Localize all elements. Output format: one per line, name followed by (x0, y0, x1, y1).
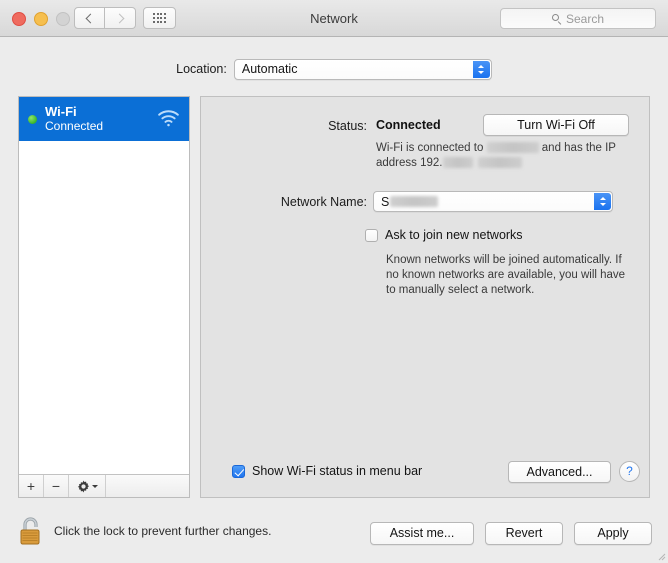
status-description-prefix: Wi-Fi is connected to (376, 142, 484, 154)
assist-me-button[interactable]: Assist me... (370, 522, 474, 545)
chevron-updown-icon (594, 193, 611, 210)
show-wifi-status-label: Show Wi-Fi status in menu bar (252, 464, 423, 478)
redacted-ssid (390, 196, 439, 207)
search-icon (551, 13, 562, 24)
ask-to-join-label: Ask to join new networks (385, 228, 523, 242)
sidebar-item-wifi[interactable]: Wi-Fi Connected (19, 97, 189, 141)
status-description: Wi-Fi is connected to and has the IP add… (376, 141, 631, 171)
lock-text: Click the lock to prevent further change… (54, 524, 272, 538)
ask-to-join-row[interactable]: Ask to join new networks (365, 228, 523, 242)
service-text: Wi-Fi Connected (45, 103, 104, 134)
service-list-toolbar: + − (19, 474, 189, 497)
redacted-ip-segment-1 (442, 157, 473, 168)
redacted-network-name (486, 142, 539, 153)
chevron-down-icon (91, 484, 98, 488)
detail-footer: Show Wi-Fi status in menu bar Advanced..… (201, 461, 649, 485)
show-wifi-status-checkbox[interactable] (232, 465, 245, 478)
apply-button[interactable]: Apply (574, 522, 652, 545)
lock-area[interactable]: Click the lock to prevent further change… (18, 515, 271, 547)
service-list-panel: Wi-Fi Connected + − (18, 96, 190, 498)
turn-wifi-off-button[interactable]: Turn Wi-Fi Off (483, 114, 629, 136)
status-value: Connected (376, 118, 441, 132)
service-list[interactable]: Wi-Fi Connected (19, 97, 189, 475)
network-name-label: Network Name: (280, 195, 367, 209)
ask-to-join-help-text: Known networks will be joined automatica… (386, 254, 626, 296)
network-name-visible: S (381, 194, 390, 209)
network-preferences-window: Network Search Location: Automatic Wi-Fi… (0, 0, 668, 563)
unlocked-padlock-icon[interactable] (18, 515, 44, 547)
remove-service-button[interactable]: − (44, 475, 69, 497)
location-row: Location: Automatic (0, 58, 668, 80)
wifi-icon (158, 110, 179, 127)
window-footer-buttons: Assist me... Revert Apply (370, 522, 652, 545)
service-action-menu-button[interactable] (69, 475, 106, 497)
revert-button[interactable]: Revert (485, 522, 563, 545)
help-button[interactable]: ? (619, 461, 640, 482)
network-name-value: S (374, 194, 439, 209)
network-name-popup-button[interactable]: S (373, 191, 613, 212)
status-description-middle: and has the IP (541, 142, 616, 154)
location-label: Location: (176, 62, 227, 76)
show-status-row[interactable]: Show Wi-Fi status in menu bar (232, 464, 422, 478)
status-description-ip-prefix: address 192. (376, 157, 443, 169)
add-service-button[interactable]: + (19, 475, 44, 497)
titlebar: Network Search (0, 0, 668, 37)
resize-grip[interactable] (656, 551, 666, 561)
status-indicator-dot (28, 114, 37, 124)
redacted-ip-segment-2 (477, 157, 522, 168)
advanced-button[interactable]: Advanced... (508, 461, 611, 483)
service-name: Wi-Fi (45, 103, 77, 119)
location-value: Automatic (241, 62, 298, 76)
chevron-updown-icon (472, 60, 490, 78)
search-placeholder: Search (565, 11, 605, 26)
status-label: Status: (328, 119, 367, 133)
detail-panel: Status: Connected Turn Wi-Fi Off Wi-Fi i… (200, 96, 650, 498)
service-status: Connected (45, 118, 104, 133)
gear-icon (77, 479, 89, 493)
ask-to-join-checkbox[interactable] (365, 229, 378, 242)
search-input[interactable]: Search (500, 8, 656, 29)
location-popup-button[interactable]: Automatic (233, 58, 492, 80)
